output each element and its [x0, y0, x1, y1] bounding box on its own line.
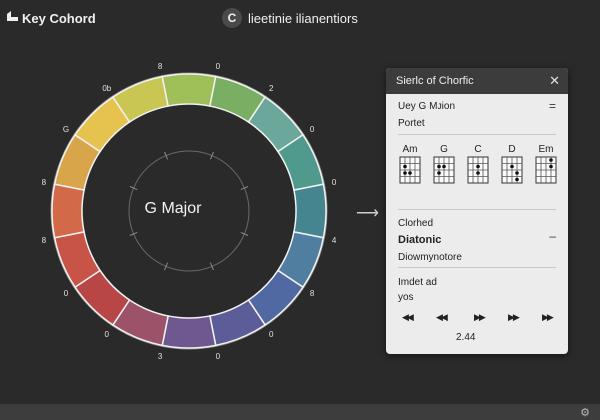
wheel-ring-label: 0	[310, 125, 315, 134]
finger-dot	[549, 164, 553, 169]
finger-dot	[442, 164, 446, 169]
section3-label: Imdet ad	[398, 277, 437, 288]
chord-grid	[399, 156, 421, 184]
chord-diagram[interactable]: Em	[534, 144, 558, 186]
wheel-ring-label: 0	[105, 330, 110, 339]
time-readout: 2.44	[456, 332, 476, 343]
finger-dot	[476, 164, 480, 169]
divider	[398, 209, 556, 210]
chord-grid	[535, 156, 557, 184]
divider	[398, 134, 556, 135]
wheel-ring-label: 0	[216, 62, 221, 71]
section2-title: Diatonic	[398, 234, 442, 246]
step-back-icon[interactable]: ◀◀	[436, 312, 448, 323]
wheel-ring-label: 0b	[102, 84, 111, 93]
step-forward-icon[interactable]: ▶▶	[508, 312, 520, 323]
wheel-ring-label: 0	[64, 289, 69, 298]
chord-diagram[interactable]: Am	[398, 144, 422, 186]
settings-icon[interactable]: ⚙	[580, 406, 590, 419]
wheel-segment[interactable]	[161, 73, 217, 107]
wheel-ring-label: G	[63, 125, 69, 134]
wheel-segment[interactable]	[293, 183, 327, 239]
chord-diagram[interactable]: G	[432, 144, 456, 186]
wheel-ring-label: 4	[332, 236, 337, 245]
finger-dot	[403, 171, 407, 175]
divider	[398, 267, 556, 268]
finger-dot	[515, 171, 519, 175]
section1-menu-icon[interactable]: =	[549, 99, 556, 113]
finger-dot	[515, 177, 519, 182]
chord-grid	[433, 156, 455, 184]
section2-sub: Diowmynotore	[398, 252, 462, 263]
wheel-ring-label: 0	[269, 330, 274, 339]
chord-grid	[501, 156, 523, 184]
arrow-right-icon: ⟶	[356, 205, 379, 222]
chord-name: D	[508, 144, 516, 155]
chord-diagram[interactable]: D	[500, 144, 524, 186]
chord-diagram[interactable]: C	[466, 144, 490, 186]
section3-sub: yos	[398, 292, 414, 303]
wheel-ring-label: 8	[42, 236, 47, 245]
section2-label: Clorhed	[398, 218, 434, 229]
panel-title: Sierlc of Chorfic	[396, 75, 474, 87]
finger-dot	[437, 164, 441, 169]
section2-collapse-icon[interactable]: –	[549, 229, 556, 243]
wheel-ring-label: 0	[216, 352, 221, 361]
finger-dot	[476, 171, 480, 175]
chord-panel: Sierlc of Chorfic ✕ Uey G Mᴊion = Portet…	[386, 68, 568, 354]
wheel-segment[interactable]	[161, 315, 217, 349]
section1-sub: Portet	[398, 118, 425, 129]
fast-forward-icon[interactable]: ▶▶	[542, 312, 554, 323]
chord-name: Am	[402, 144, 418, 155]
finger-dot	[510, 164, 514, 169]
section1-title: Uey G Mᴊion	[398, 101, 456, 112]
wheel-ring-label: 8	[158, 62, 163, 71]
panel-header: Sierlc of Chorfic ✕	[386, 68, 568, 94]
close-icon[interactable]: ✕	[549, 73, 560, 89]
chord-name: G	[440, 144, 448, 155]
wheel-ring-label: 2	[269, 84, 274, 93]
wheel-ring-label: 8	[42, 178, 47, 187]
rewind-icon[interactable]: ◀◀	[402, 312, 414, 323]
play-icon[interactable]: ▶▶	[474, 312, 486, 323]
finger-dot	[549, 158, 553, 162]
wheel-ring-label: 0	[332, 178, 337, 187]
chord-diagrams: Am G C D Em	[398, 144, 558, 190]
finger-dot	[403, 164, 407, 169]
finger-dot	[408, 171, 412, 175]
wheel-ring-label: 3	[158, 352, 163, 361]
playback-controls: ◀◀ ◀◀ ▶▶ ▶▶ ▶▶	[398, 312, 556, 328]
wheel-ring-label: 8	[310, 289, 315, 298]
chord-grid	[467, 156, 489, 184]
finger-dot	[437, 171, 441, 175]
chord-name: Em	[538, 144, 554, 155]
wheel-segment[interactable]	[51, 183, 85, 239]
bottom-bar: ⚙	[0, 404, 600, 420]
key-label: G Major	[144, 200, 202, 217]
chord-name: C	[474, 144, 482, 155]
